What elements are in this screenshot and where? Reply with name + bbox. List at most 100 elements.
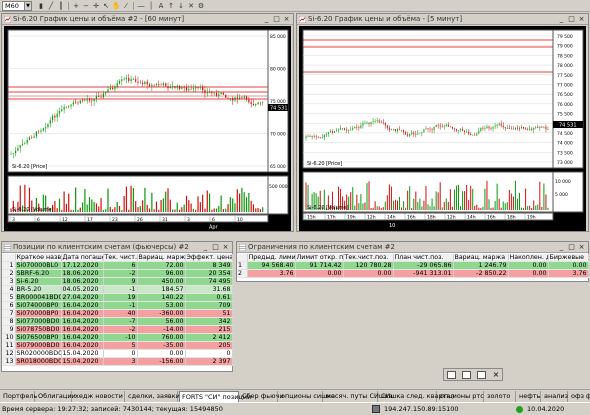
column-header[interactable]: Тек. чист. поз.: [103, 254, 138, 263]
close-icon[interactable]: ×: [577, 243, 586, 252]
candle-body: [319, 137, 321, 139]
workspace-tab[interactable]: Сбер фьючи: [240, 391, 284, 402]
candle-body: [130, 79, 132, 82]
limits-titlebar[interactable]: Ограничения по клиентским счетам #2 _ □ …: [237, 242, 588, 253]
chart-window-5min: Si-6.20 График цены и объёма - [5 минут]…: [296, 13, 589, 232]
column-header[interactable]: Эффект. цена: [185, 254, 233, 263]
arrow-up-icon[interactable]: ↑: [166, 1, 176, 11]
column-header[interactable]: Вариац. маржа: [453, 254, 509, 263]
table-row[interactable]: 11 Si079000BD0 16.04.2020 5 -35.00 205: [2, 341, 233, 351]
workspace-tab[interactable]: анализ: [542, 391, 568, 402]
workspace-tab[interactable]: опционы ртс: [438, 391, 484, 402]
table-row[interactable]: 4 BR-5.20 04.05.2020 -1 184.57 31.68: [2, 285, 233, 295]
workspace-tab[interactable]: СИшка след. квартал: [379, 391, 454, 402]
candle-body: [478, 130, 480, 134]
workspace-tab[interactable]: офз фьючи: [569, 391, 590, 402]
prev-limit-cell: 3.76: [247, 269, 296, 279]
close-icon[interactable]: ×: [491, 369, 501, 380]
line-chart-icon[interactable]: ╱: [46, 1, 56, 11]
workspace-tab[interactable]: хедж новости: [73, 391, 125, 402]
crosshair-icon[interactable]: ✛: [91, 1, 101, 11]
minimize-icon[interactable]: _: [262, 15, 271, 24]
workspace-tab[interactable]: FORTS "СИ" позиции: [179, 391, 251, 402]
table-row[interactable]: 10 Si076500BP0 16.04.2020 -10 760.00 2 412: [2, 333, 233, 343]
workspace-tab[interactable]: опционы сишка: [279, 391, 335, 402]
maximize-icon[interactable]: □: [567, 15, 576, 24]
column-header[interactable]: Накоплен. д: [508, 254, 549, 263]
column-header[interactable]: Биржевые: [548, 254, 589, 263]
positions-table[interactable]: Краткое название Дата погашения Тек. чис…: [2, 254, 233, 367]
minimize-icon[interactable]: _: [557, 243, 566, 252]
column-header[interactable]: Дата погашения: [61, 254, 104, 263]
chart2-titlebar[interactable]: Si-6.20 График цены и объёма - [5 минут]…: [297, 14, 588, 25]
candle-body: [153, 84, 155, 86]
window-icon[interactable]: [462, 371, 471, 379]
table-row[interactable]: 5 BR000041BD0 27.04.2020 19 140.22 0.61: [2, 293, 233, 303]
trendline-icon[interactable]: ⁄: [121, 1, 131, 11]
chart1-canvas[interactable]: Si-6.20 [Price] 85 00080 00075 00070 000…: [4, 26, 291, 231]
candles-icon[interactable]: ┃: [56, 1, 66, 11]
limits-table[interactable]: Предыд. лимит Лимит откр. поз. Тек.чист.…: [237, 254, 589, 279]
workspace-tab[interactable]: сделки, заявки: [126, 391, 180, 402]
zoom-in-icon[interactable]: +: [71, 1, 81, 11]
effective-price-cell: 205: [185, 341, 233, 351]
settings-icon[interactable]: ⚙: [196, 1, 206, 11]
delete-icon[interactable]: ✕: [186, 1, 196, 11]
candle-body: [354, 126, 356, 128]
restore-icon[interactable]: [447, 371, 456, 379]
workspace-tab[interactable]: месяч. путы СИшка: [324, 391, 393, 402]
chevron-down-icon[interactable]: ▼: [24, 2, 31, 10]
candle-body: [139, 82, 141, 84]
arrow-down-icon[interactable]: ↓: [176, 1, 186, 11]
workspace-tab[interactable]: Облигации: [36, 391, 76, 402]
minimize-icon[interactable]: _: [557, 15, 566, 24]
table-row[interactable]: 7 Si070000BP0 16.04.2020 40 -360.00 51: [2, 309, 233, 319]
table-row[interactable]: 12 SR020000BD0 15.04.2020 0 0.00 0: [2, 349, 233, 359]
table-row[interactable]: 3 Si-6.20 18.06.2020 9 450.00 74 495: [2, 277, 233, 287]
close-icon[interactable]: ×: [282, 15, 291, 24]
timeframe-select[interactable]: M60 ▼: [2, 1, 32, 11]
minimized-windows-strip[interactable]: ×: [443, 368, 503, 381]
net-position-cell: -1: [103, 285, 138, 295]
workspace-tab[interactable]: Портфель: [1, 391, 37, 402]
column-header[interactable]: Вариац. маржа: [137, 254, 186, 263]
zoom-out-icon[interactable]: −: [81, 1, 91, 11]
column-header[interactable]: План чист.поз.: [393, 254, 454, 263]
instrument-name-cell: SR020000BD0: [15, 349, 62, 359]
table-row[interactable]: 1 94 568.40 91 714.42 120 780.28 -29 065.86 1…: [237, 261, 589, 271]
effective-price-cell: 31.68: [185, 285, 233, 295]
maximize-icon[interactable]: □: [272, 15, 281, 24]
close-icon[interactable]: ×: [221, 243, 230, 252]
candle-body: [545, 126, 547, 130]
column-header[interactable]: Тек.чист.поз.: [343, 254, 394, 263]
workspace-tab[interactable]: нефть: [517, 391, 541, 402]
table-row[interactable]: 1 Si070000BL0 17.12.2020 6 72.00 8 349: [2, 261, 233, 271]
horizontal-line-icon[interactable]: ―: [136, 1, 146, 11]
workspace-tab[interactable]: золото: [485, 391, 516, 402]
chart2-canvas[interactable]: Si-6.20 [Price] 79 500 79 000 78 500 78 000…: [299, 26, 586, 231]
column-header[interactable]: Краткое название: [15, 254, 62, 263]
candle-body: [433, 126, 435, 130]
table-row[interactable]: 8 Si077000BD0 16.04.2020 -7 56.00 342: [2, 317, 233, 327]
table-row[interactable]: 9 Si078750BD0 16.04.2020 -2 -14.00 215: [2, 325, 233, 335]
vertical-line-icon[interactable]: │: [146, 1, 156, 11]
volume-bar: [470, 185, 472, 210]
chart1-titlebar[interactable]: Si-6.20 График цены и объёма #2 - [60 ми…: [2, 14, 293, 25]
table-row[interactable]: 6 Si074000BP0 16.04.2020 -1 53.00 709: [2, 301, 233, 311]
table-row[interactable]: 2 SBRF-6.20 18.06.2020 -2 96.00 20 354: [2, 269, 233, 279]
table-row[interactable]: 2 3.76 0.00 0.00 -941 313.01 -2 850.22 0.00 3.7…: [237, 269, 589, 279]
maximize-icon[interactable]: □: [211, 243, 220, 252]
maximize-icon[interactable]: □: [567, 243, 576, 252]
pointer-icon[interactable]: ↖: [101, 1, 111, 11]
bar-chart-icon[interactable]: ▮: [36, 1, 46, 11]
minimize-icon[interactable]: _: [201, 243, 210, 252]
window-icon[interactable]: [477, 371, 486, 379]
positions-titlebar[interactable]: Позиции по клиентским счетам (фьючерсы) …: [2, 242, 232, 253]
hand-icon[interactable]: ✋: [111, 1, 121, 11]
column-header[interactable]: Лимит откр. поз.: [295, 254, 344, 263]
close-icon[interactable]: ×: [577, 15, 586, 24]
text-tool-icon[interactable]: A: [156, 1, 166, 11]
table-row[interactable]: 13 SR018000BD0 15.04.2020 3 -156.00 2 397: [2, 357, 233, 367]
open-limit-cell: 0.00: [295, 269, 344, 279]
column-header[interactable]: Предыд. лимит: [247, 254, 296, 263]
